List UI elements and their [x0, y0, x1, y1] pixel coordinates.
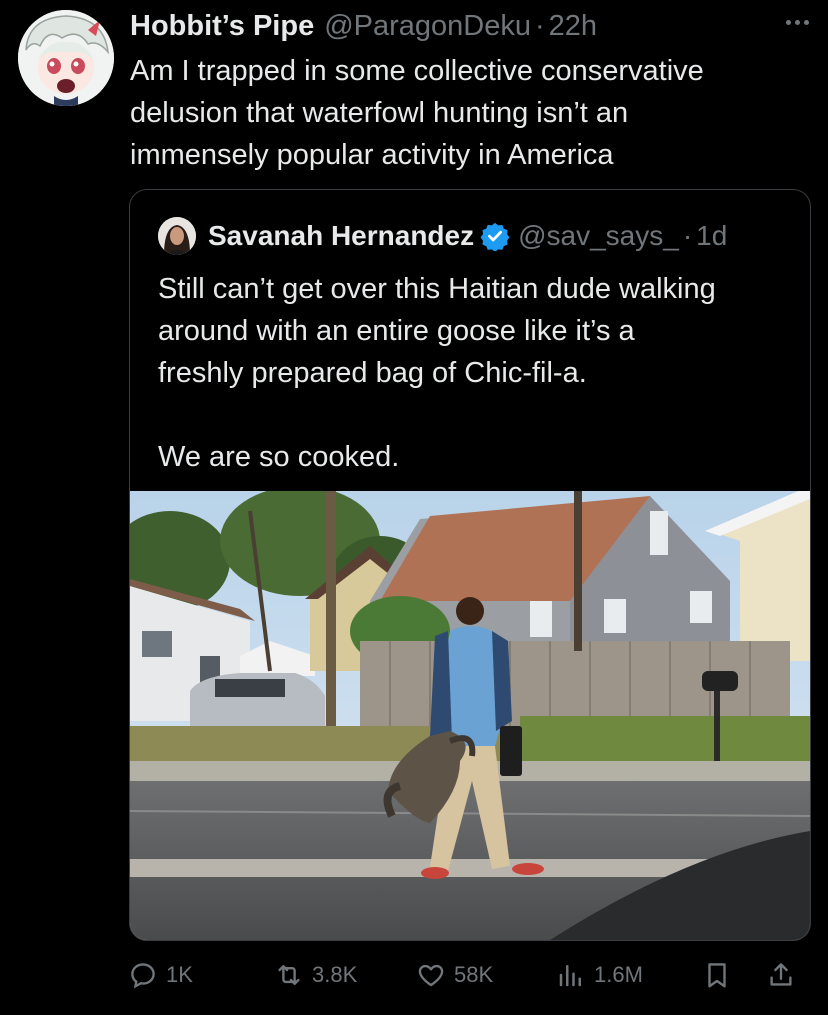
reply-icon — [131, 963, 155, 989]
author-handle[interactable]: @ParagonDeku — [324, 10, 531, 43]
quoted-tweet-text: Still can’t get over this Haitian dude w… — [158, 273, 716, 473]
repost-button[interactable]: 3.8K — [274, 950, 357, 1000]
like-icon — [418, 964, 444, 987]
bookmark-icon — [708, 963, 726, 988]
tweet-header: Hobbit’s Pipe @ParagonDeku · 22h — [130, 6, 808, 46]
quoted-tweet-time[interactable]: 1d — [696, 220, 727, 252]
verified-badge-icon — [480, 222, 510, 251]
more-icon[interactable] — [780, 12, 814, 32]
separator-dot: · — [535, 9, 545, 42]
share-icon — [770, 963, 792, 986]
view-count: 1.6M — [594, 962, 643, 987]
quoted-author-avatar — [158, 217, 196, 255]
tweet-action-bar: 1K 3.8K 58K 1.6M — [128, 950, 818, 1000]
author-avatar[interactable] — [18, 10, 114, 106]
quoted-author-handle[interactable]: @sav_says_ — [518, 220, 679, 252]
quoted-tweet-card[interactable]: Savanah Hernandez @sav_says_ · 1d Still … — [129, 189, 811, 941]
reply-button[interactable]: 1K — [128, 950, 193, 1000]
tweet-time[interactable]: 22h — [549, 10, 597, 43]
quoted-author-name[interactable]: Savanah Hernandez — [208, 220, 474, 252]
like-count: 58K — [454, 962, 494, 987]
tweet-text: Am I trapped in some collective conserva… — [130, 55, 704, 171]
quoted-tweet-photo[interactable] — [130, 491, 810, 940]
reply-count: 1K — [166, 962, 193, 987]
repost-icon — [278, 965, 300, 985]
share-button[interactable] — [766, 950, 796, 1000]
views-button[interactable]: 1.6M — [556, 950, 643, 1000]
views-icon — [559, 965, 581, 987]
like-button[interactable]: 58K — [416, 950, 493, 1000]
quoted-tweet-header: Savanah Hernandez @sav_says_ · 1d — [158, 216, 727, 256]
bookmark-button[interactable] — [702, 950, 732, 1000]
quoted-separator-dot: · — [682, 220, 693, 251]
author-name[interactable]: Hobbit’s Pipe — [130, 10, 314, 43]
repost-count: 3.8K — [312, 962, 358, 987]
